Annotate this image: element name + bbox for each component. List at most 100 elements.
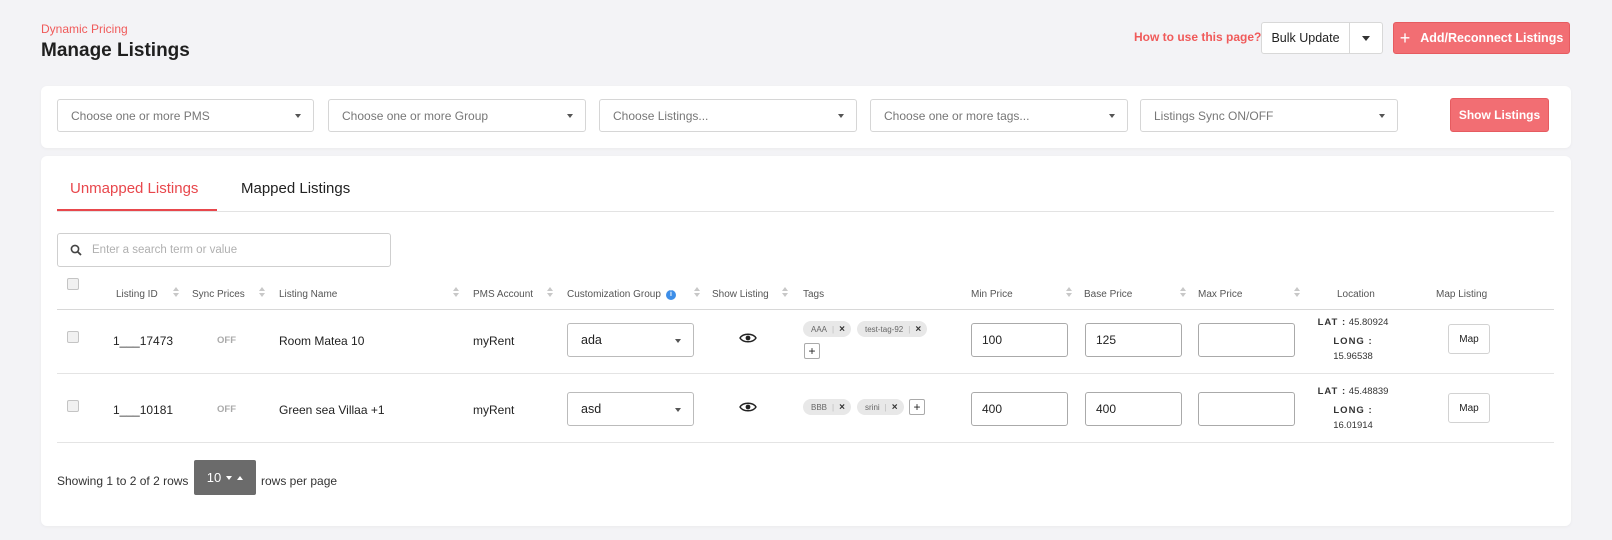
sync-prices-status[interactable]: OFF	[217, 404, 236, 415]
chevron-down-icon	[838, 114, 844, 118]
close-icon[interactable]: ×	[892, 402, 898, 413]
sort-icon[interactable]	[1180, 287, 1186, 297]
column-header-pms-account[interactable]: PMS Account	[473, 289, 533, 300]
column-header-map-listing: Map Listing	[1436, 289, 1487, 300]
min-price-input[interactable]: 100	[971, 323, 1068, 357]
rows-per-page-label: rows per page	[261, 474, 338, 488]
column-header-label: Sync Prices	[192, 289, 245, 300]
chevron-down-icon	[295, 114, 301, 118]
column-header-label: Show Listing	[712, 289, 769, 300]
select-all-checkbox[interactable]	[67, 278, 79, 290]
eye-icon[interactable]	[739, 401, 757, 413]
sync-filter-placeholder: Listings Sync ON/OFF	[1154, 108, 1274, 123]
listings-filter-select[interactable]: Choose Listings...	[599, 99, 857, 132]
tag-separator: |	[832, 324, 835, 334]
close-icon[interactable]: ×	[839, 324, 845, 335]
longitude: 16.01914	[1333, 420, 1373, 431]
column-header-tags: Tags	[803, 289, 824, 300]
sync-filter-select[interactable]: Listings Sync ON/OFF	[1140, 99, 1398, 132]
add-reconnect-label: Add/Reconnect Listings	[1420, 31, 1564, 45]
column-header-label: Listing ID	[116, 289, 158, 300]
pms-account: myRent	[473, 334, 515, 348]
group-filter-placeholder: Choose one or more Group	[342, 108, 489, 123]
tag-label: test-tag-92	[865, 324, 904, 334]
bulk-update-dropdown-toggle[interactable]	[1350, 23, 1382, 53]
min-price-input[interactable]: 400	[971, 392, 1068, 426]
pms-filter-select[interactable]: Choose one or more PMS	[57, 99, 314, 132]
base-price-input[interactable]: 125	[1085, 323, 1182, 357]
sort-icon[interactable]	[782, 287, 788, 297]
sort-icon[interactable]	[173, 287, 179, 297]
chevron-down-icon	[1362, 35, 1370, 41]
rows-per-page-select[interactable]: 10	[194, 460, 256, 495]
plus-icon: +	[1399, 28, 1411, 48]
column-header-listing-id[interactable]: Listing ID	[116, 289, 158, 300]
close-icon[interactable]: ×	[915, 324, 921, 335]
row-checkbox[interactable]	[67, 331, 79, 343]
listings-filter-placeholder: Choose Listings...	[613, 108, 709, 123]
column-header-sync-prices[interactable]: Sync Prices	[192, 289, 245, 300]
tab-unmapped-listings[interactable]: Unmapped Listings	[57, 180, 217, 211]
bulk-update-button[interactable]: Bulk Update	[1262, 23, 1350, 53]
column-header-base-price[interactable]: Base Price	[1084, 289, 1132, 300]
tag-label: BBB	[811, 402, 828, 412]
show-listings-button[interactable]: Show Listings	[1450, 98, 1549, 132]
tag-label: AAA	[811, 324, 828, 334]
sort-icon[interactable]	[259, 287, 265, 297]
chevron-down-icon	[1109, 114, 1115, 118]
group-filter-select[interactable]: Choose one or more Group	[328, 99, 586, 132]
column-header-show-listing[interactable]: Show Listing	[712, 289, 769, 300]
add-tag-button[interactable]: +	[804, 343, 820, 359]
sort-icon[interactable]	[453, 287, 459, 297]
column-header-label: PMS Account	[473, 289, 534, 300]
tag-label: srini	[865, 402, 880, 412]
column-header-label: Base Price	[1084, 289, 1133, 300]
customization-group-select[interactable]: asd	[567, 392, 694, 426]
page-title: Manage Listings	[41, 40, 190, 61]
chevron-down-icon	[675, 339, 681, 343]
column-header-location: Location	[1337, 289, 1375, 300]
column-header-min-price[interactable]: Min Price	[971, 289, 1013, 300]
sync-prices-status[interactable]: OFF	[217, 335, 236, 346]
latitude: 45.48839	[1348, 386, 1389, 397]
tag-chip: BBB | ×	[803, 399, 851, 415]
column-header-label: Map Listing	[1436, 289, 1488, 300]
tags-filter-select[interactable]: Choose one or more tags...	[870, 99, 1128, 132]
lat-label: LAT :	[1317, 317, 1347, 328]
add-tag-button[interactable]: +	[909, 399, 925, 415]
max-price-input[interactable]	[1198, 323, 1295, 357]
map-button[interactable]: Map	[1448, 393, 1490, 423]
bulk-update-button-group: Bulk Update	[1261, 22, 1383, 54]
location: LAT : 45.80924 LONG : 15.96538	[1313, 315, 1393, 364]
eye-icon[interactable]	[739, 332, 757, 344]
listing-id: 1___17473	[113, 334, 174, 348]
max-price-input[interactable]	[1198, 392, 1295, 426]
search-input[interactable]	[92, 244, 372, 256]
lat-label: LAT :	[1317, 386, 1347, 397]
base-price-input[interactable]: 400	[1085, 392, 1182, 426]
column-header-listing-name[interactable]: Listing Name	[279, 289, 337, 300]
chevron-down-icon	[675, 408, 681, 412]
column-header-label: Min Price	[971, 289, 1013, 300]
customization-group-select[interactable]: ada	[567, 323, 694, 357]
help-link[interactable]: How to use this page?	[1134, 30, 1261, 44]
info-icon[interactable]: i	[665, 289, 676, 300]
tag-separator: |	[908, 324, 911, 334]
row-checkbox[interactable]	[67, 400, 79, 412]
latitude: 45.80924	[1348, 317, 1389, 328]
add-reconnect-listings-button[interactable]: + Add/Reconnect Listings	[1393, 22, 1570, 54]
sort-icon[interactable]	[1294, 287, 1300, 297]
column-header-customization-group[interactable]: Customization Group i	[567, 289, 676, 300]
tab-divider	[57, 211, 1554, 212]
close-icon[interactable]: ×	[839, 402, 845, 413]
sort-icon[interactable]	[547, 287, 553, 297]
column-header-max-price[interactable]: Max Price	[1198, 289, 1242, 300]
longitude: 15.96538	[1333, 351, 1373, 362]
sort-icon[interactable]	[1066, 287, 1072, 297]
column-header-label: Listing Name	[279, 289, 338, 300]
sort-icon[interactable]	[694, 287, 700, 297]
tab-mapped-listings[interactable]: Mapped Listings	[241, 180, 350, 197]
filter-bar: Choose one or more PMS Choose one or mor…	[41, 86, 1571, 148]
breadcrumb[interactable]: Dynamic Pricing	[41, 22, 128, 36]
map-button[interactable]: Map	[1448, 324, 1490, 354]
